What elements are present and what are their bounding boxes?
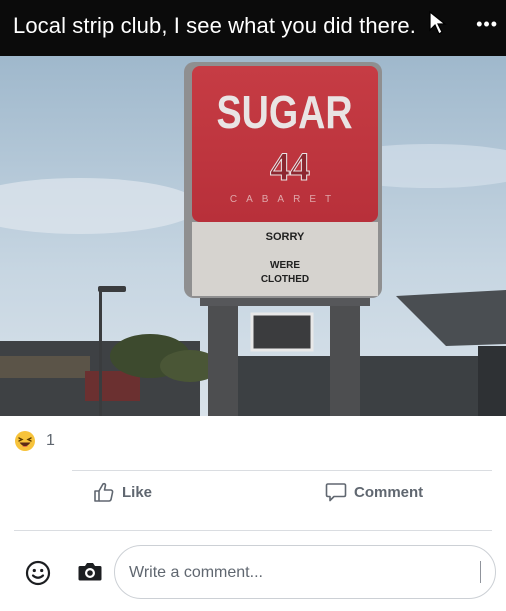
caption-bar: Local strip club, I see what you did the…: [0, 0, 506, 56]
marquee-line-3: CLOTHED: [261, 274, 309, 285]
camera-icon[interactable]: [77, 560, 103, 584]
haha-emoji-icon: [15, 431, 35, 451]
marquee-line-2: WERE: [270, 260, 300, 271]
text-cursor: [480, 561, 481, 583]
mouse-cursor-icon: [429, 10, 447, 35]
sign-title: SUGAR: [216, 86, 352, 137]
comment-input-box[interactable]: [114, 545, 496, 599]
like-label: Like: [122, 483, 153, 501]
sign-subtitle: CABARET: [230, 194, 340, 205]
comment-input[interactable]: [129, 560, 459, 586]
reaction-summary[interactable]: 1: [14, 430, 55, 452]
smiley-icon[interactable]: [25, 560, 51, 586]
post-caption: Local strip club, I see what you did the…: [13, 13, 416, 38]
comment-label: Comment: [354, 483, 424, 501]
comment-button[interactable]: Comment: [325, 481, 423, 503]
post-photo[interactable]: SUGAR 44 CABARET SORRY WERE CLOTHED: [0, 56, 506, 416]
thumbs-up-icon: [94, 482, 114, 502]
sign-number: 44: [270, 144, 310, 189]
divider: [72, 470, 492, 471]
marquee-line-1: SORRY: [266, 231, 305, 243]
speech-bubble-icon: [325, 483, 347, 502]
like-button[interactable]: Like: [93, 481, 152, 503]
photo-scene: SUGAR 44 CABARET SORRY WERE CLOTHED: [0, 56, 506, 416]
divider: [14, 530, 492, 531]
reaction-count: 1: [46, 432, 55, 449]
more-options-icon[interactable]: •••: [476, 14, 498, 35]
